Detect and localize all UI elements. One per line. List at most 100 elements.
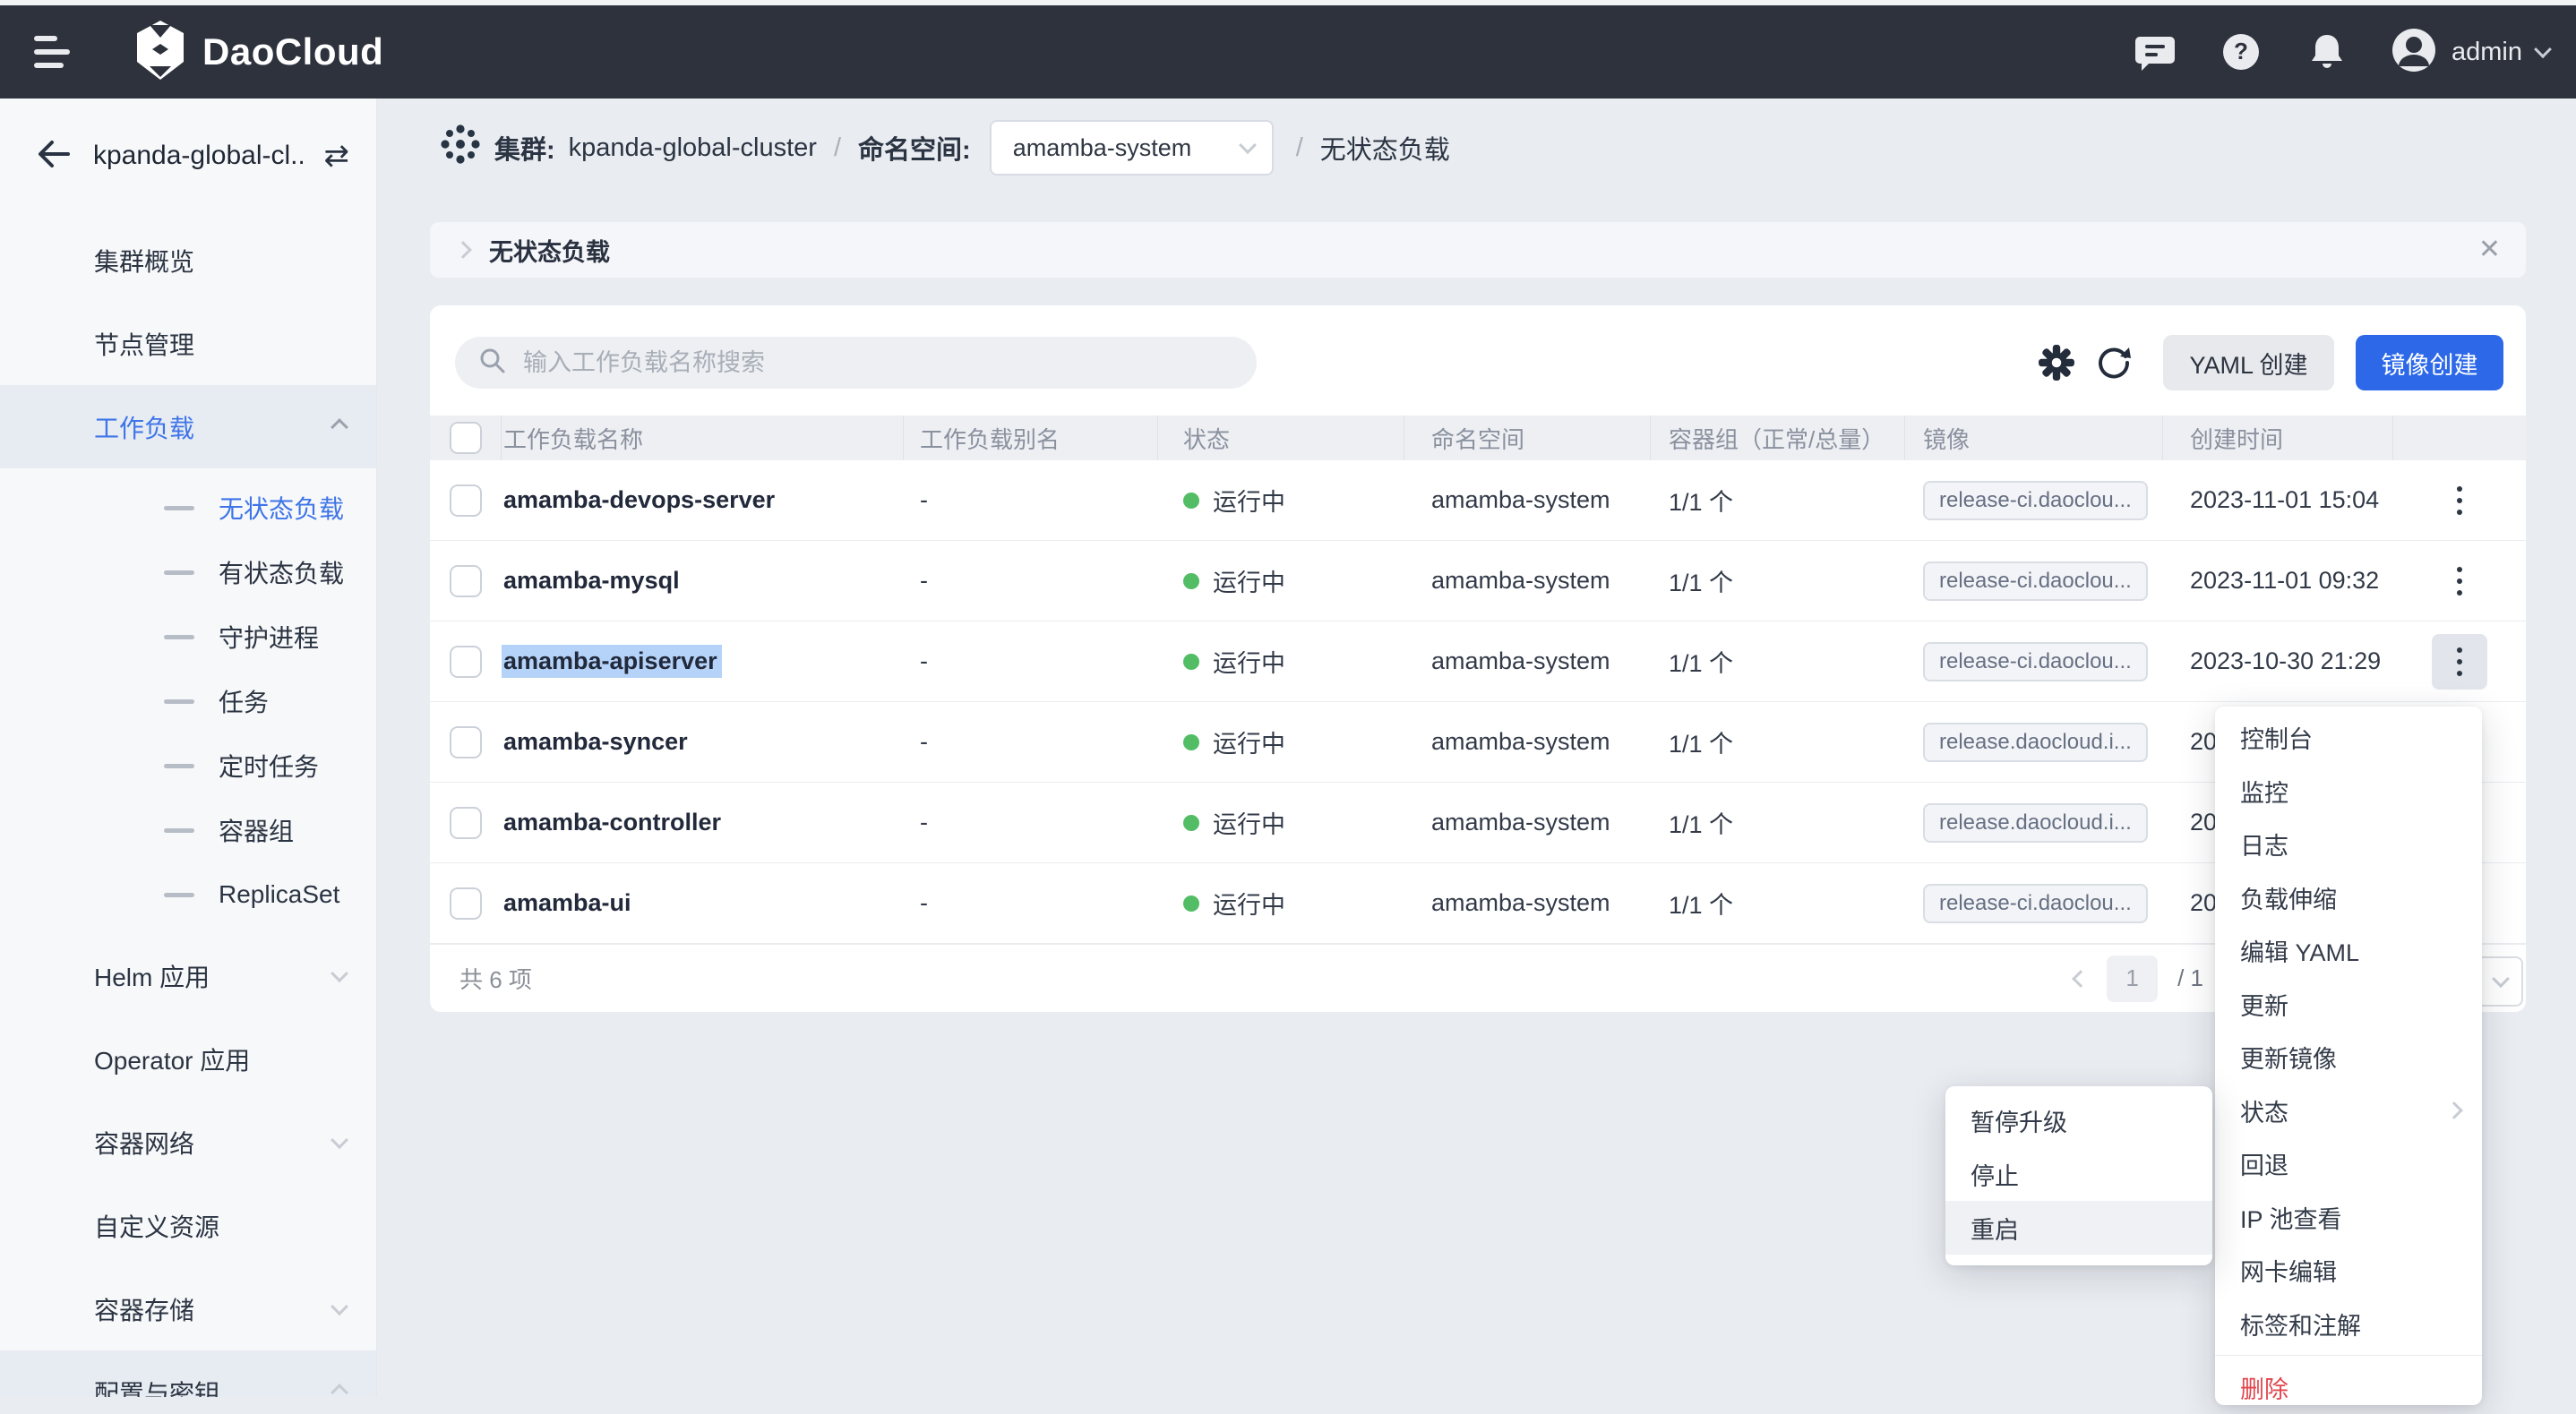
daocloud-logo: DaoCloud [134,21,383,84]
username: admin [2451,38,2522,67]
menu-item-labels-annotations[interactable]: 标签和注解 [2215,1298,2482,1351]
row-checkbox[interactable] [450,887,482,920]
image-chip[interactable]: release-ci.daoclou... [1923,884,2148,923]
menu-item-monitoring[interactable]: 监控 [2215,765,2482,818]
row-actions-kebab-icon[interactable] [2432,473,2487,528]
page-number-box[interactable]: 1 [2107,956,2158,1002]
image-chip[interactable]: release-ci.daoclou... [1923,481,2148,520]
sidebar: kpanda-global-cl... ⇄ 集群概览 节点管理 工作负载 无状态… [0,99,377,1397]
row-checkbox[interactable] [450,807,482,839]
table-row: amamba-apiserver - 运行中 amamba-system 1/1… [430,621,2526,702]
close-icon[interactable]: ✕ [2478,236,2501,263]
hamburger-menu-icon[interactable] [34,36,70,68]
breadcrumb: 集群: kpanda-global-cluster / 命名空间: amamba… [440,94,1450,201]
namespace-select[interactable]: amamba-system [990,120,1274,176]
selected-text: amamba-apiserver [502,645,722,678]
image-chip[interactable]: release-ci.daoclou... [1923,642,2148,681]
pods-cell: 1/1 个 [1651,863,1905,943]
workload-panel-header[interactable]: 无状态负载 ✕ [430,222,2526,278]
status-submenu: 暂停升级 停止 重启 [1945,1086,2212,1265]
sidebar-item-replicaset[interactable]: ReplicaSet [0,862,376,927]
menu-item-status[interactable]: 状态 [2215,1084,2482,1138]
menu-item-console[interactable]: 控制台 [2215,711,2482,765]
workload-name-link[interactable]: amamba-syncer [502,702,904,782]
gear-icon[interactable] [2036,342,2077,383]
namespace-value: amamba-system [1013,134,1241,162]
row-checkbox[interactable] [450,484,482,517]
image-cell: release-ci.daoclou... [1905,863,2163,943]
workload-name-link[interactable]: amamba-devops-server [502,460,904,540]
select-all-checkbox[interactable] [450,422,482,454]
menu-item-delete[interactable]: 删除 [2215,1360,2482,1414]
sidebar-item-pods[interactable]: 容器组 [0,798,376,862]
menu-item-rollback[interactable]: 回退 [2215,1137,2482,1191]
image-chip[interactable]: release-ci.daoclou... [1923,561,2148,601]
image-cell: release.daocloud.i... [1905,702,2163,782]
pods-cell: 1/1 个 [1651,460,1905,540]
menu-item-update-image[interactable]: 更新镜像 [2215,1031,2482,1084]
sidebar-item-container-storage[interactable]: 容器存储 [0,1267,376,1350]
menu-divider [2215,1355,2482,1356]
image-chip[interactable]: release.daocloud.i... [1923,723,2148,762]
col-pods: 容器组（正常/总量） [1651,416,1905,460]
back-arrow-icon[interactable] [36,139,72,174]
menu-item-edit-yaml[interactable]: 编辑 YAML [2215,924,2482,978]
image-chip[interactable]: release.daocloud.i... [1923,803,2148,843]
sidebar-item-custom-resources[interactable]: 自定义资源 [0,1184,376,1267]
row-checkbox[interactable] [450,646,482,678]
search-input[interactable] [521,348,1233,378]
sidebar-item-cluster-overview[interactable]: 集群概览 [0,219,376,302]
sidebar-item-config-secrets[interactable]: 配置与密钥 [0,1350,376,1397]
row-actions-menu: 控制台 监控 日志 负载伸缩 编辑 YAML 更新 更新镜像 状态 回退 IP … [2215,707,2482,1405]
submenu-item-stop[interactable]: 停止 [1945,1147,2212,1201]
notifications-bell-icon[interactable] [2305,30,2349,74]
sidebar-item-statefulsets[interactable]: 有状态负载 [0,540,376,604]
namespace-cell: amamba-system [1404,863,1651,943]
dash-icon [164,635,194,639]
dash-icon [164,893,194,897]
help-icon[interactable]: ? [2219,30,2263,74]
chevron-down-icon [331,1131,348,1149]
namespace-label: 命名空间: [858,129,971,167]
menu-item-nic-edit[interactable]: 网卡编辑 [2215,1244,2482,1298]
submenu-item-restart[interactable]: 重启 [1945,1201,2212,1255]
status-cell: 运行中 [1158,621,1404,701]
workload-name-link[interactable]: amamba-mysql [502,541,904,621]
sidebar-item-node-management[interactable]: 节点管理 [0,302,376,385]
status-dot [1183,734,1199,750]
row-checkbox[interactable] [450,565,482,597]
submenu-item-pause-upgrade[interactable]: 暂停升级 [1945,1093,2212,1147]
sidebar-item-container-network[interactable]: 容器网络 [0,1101,376,1184]
breadcrumb-cluster-name[interactable]: kpanda-global-cluster [569,133,817,163]
menu-item-update[interactable]: 更新 [2215,978,2482,1032]
user-menu[interactable]: admin [2391,27,2549,78]
refresh-icon[interactable] [2093,342,2134,383]
chevron-down-icon [331,1298,348,1315]
sidebar-item-deployments[interactable]: 无状态负载 [0,476,376,540]
chevron-up-icon [331,418,348,436]
workload-name-link[interactable]: amamba-controller [502,783,904,862]
sidebar-item-daemonsets[interactable]: 守护进程 [0,604,376,669]
dash-icon [164,570,194,575]
sidebar-item-workloads[interactable]: 工作负载 [0,385,376,468]
workload-name-link[interactable]: amamba-ui [502,863,904,943]
sidebar-item-jobs[interactable]: 任务 [0,669,376,733]
col-workload-alias: 工作负载别名 [904,416,1158,460]
workload-name-link[interactable]: amamba-apiserver [502,621,904,701]
row-actions-kebab-icon[interactable] [2432,553,2487,609]
feedback-chat-icon[interactable] [2133,30,2177,74]
avatar [2391,27,2437,78]
sidebar-item-cronjobs[interactable]: 定时任务 [0,733,376,798]
image-create-button[interactable]: 镜像创建 [2356,335,2503,390]
yaml-create-button[interactable]: YAML 创建 [2163,335,2334,390]
prev-page-icon[interactable] [2072,970,2090,988]
row-checkbox[interactable] [450,726,482,758]
menu-item-scaling[interactable]: 负载伸缩 [2215,871,2482,925]
row-actions-kebab-icon[interactable] [2432,634,2487,690]
menu-item-ip-pool[interactable]: IP 池查看 [2215,1191,2482,1245]
menu-item-logs[interactable]: 日志 [2215,818,2482,871]
sidebar-item-helm-apps[interactable]: Helm 应用 [0,934,376,1017]
search-icon [478,347,507,380]
sidebar-item-operator-apps[interactable]: Operator 应用 [0,1017,376,1101]
switch-cluster-icon[interactable]: ⇄ [324,141,350,171]
